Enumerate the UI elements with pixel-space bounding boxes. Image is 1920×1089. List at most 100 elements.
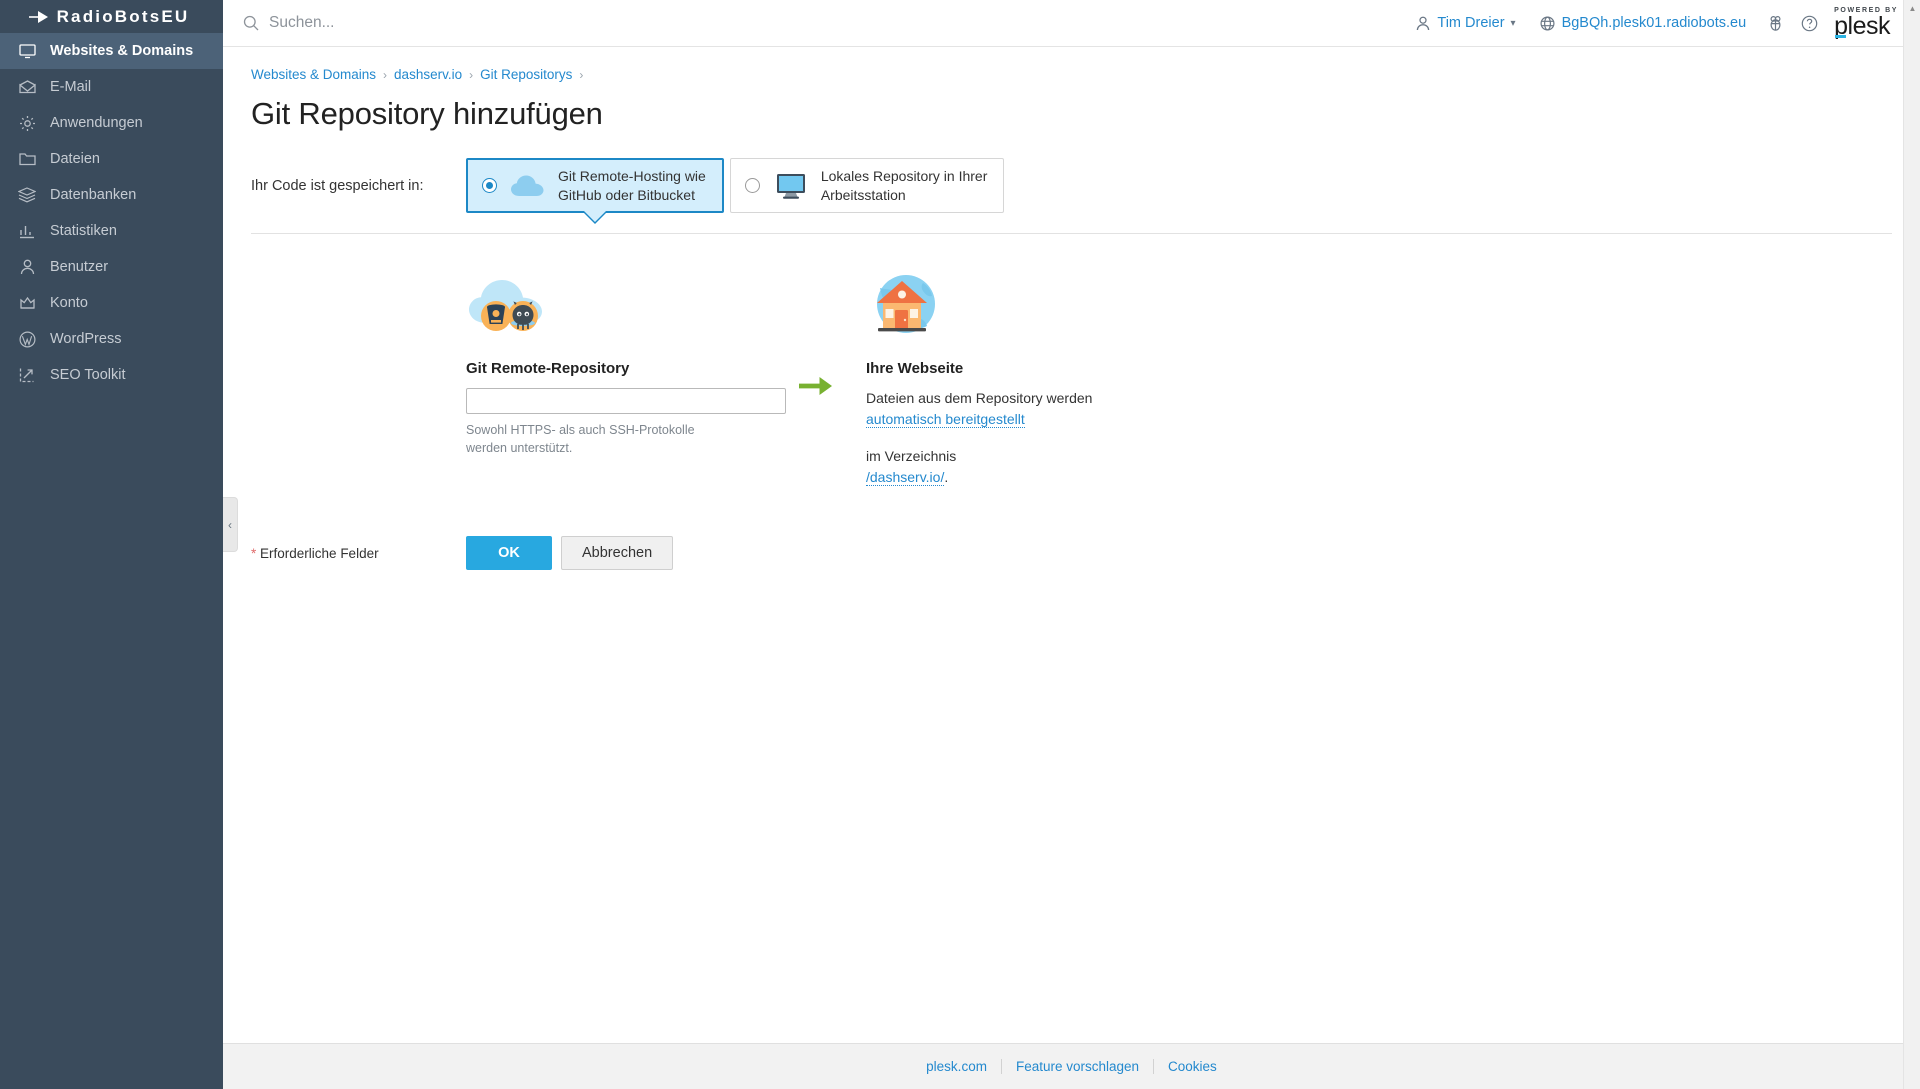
git-remote-repository-input[interactable] <box>466 388 786 414</box>
breadcrumb-separator: › <box>383 67 388 82</box>
sidebar-item-label: SEO Toolkit <box>50 367 126 383</box>
footer-link-cookies[interactable]: Cookies <box>1154 1059 1231 1074</box>
top-bar: Tim Dreier ▾ BgBQh.plesk01.radiobots.eu <box>223 0 1920 47</box>
sidebar-item-email[interactable]: E-Mail <box>0 69 223 105</box>
git-remote-repository-hint: Sowohl HTTPS- als auch SSH-Protokolle we… <box>466 423 695 456</box>
option-line-2: GitHub oder Bitbucket <box>558 186 695 203</box>
selected-card-pointer <box>581 211 608 224</box>
sidebar-item-statistiken[interactable]: Statistiken <box>0 213 223 249</box>
arrow-right-icon <box>799 375 833 402</box>
brand-name: RadioBotsEU <box>56 6 190 26</box>
radio-git-remote-hosting[interactable] <box>482 178 497 193</box>
arrow-logo-icon <box>28 10 50 24</box>
top-bar-right: Tim Dreier ▾ BgBQh.plesk01.radiobots.eu <box>1404 7 1912 39</box>
sidebar-item-label: Anwendungen <box>50 115 143 131</box>
code-location-selector: Ihr Code ist gespeichert in: Git Remote-… <box>251 158 1892 224</box>
gear-icon <box>16 113 38 133</box>
sidebar-item-label: Dateien <box>50 151 100 167</box>
sidebar-item-wordpress[interactable]: WordPress <box>0 321 223 357</box>
plesk-logo[interactable]: POWERED BY plesk <box>1834 7 1898 39</box>
sidebar-item-label: Websites & Domains <box>50 43 194 59</box>
directory-text: im Verzeichnis <box>866 448 957 464</box>
directory-link[interactable]: /dashserv.io/ <box>866 469 945 486</box>
envelope-icon <box>16 77 38 97</box>
sidebar-collapse-handle[interactable]: ‹ <box>223 497 238 552</box>
cloud-icon <box>510 170 546 202</box>
code-location-label: Ihr Code ist gespeichert in: <box>251 178 424 194</box>
breadcrumb-item-git-repositorys[interactable]: Git Repositorys <box>480 67 572 82</box>
page-scrollbar[interactable]: ▲ <box>1903 0 1920 1089</box>
search-icon <box>243 15 259 31</box>
your-website-heading: Ihre Webseite <box>866 360 964 377</box>
globe-icon <box>1540 15 1555 31</box>
diagram-left-column: Git Remote-Repository Sowohl HTTPS- als … <box>466 270 786 457</box>
user-icon <box>16 257 38 277</box>
page-footer: plesk.com Feature vorschlagen Cookies <box>223 1043 1920 1089</box>
option-label-git-remote-hosting: Git Remote-Hosting wie GitHub oder Bitbu… <box>558 167 706 205</box>
breadcrumb-separator: › <box>469 67 474 82</box>
breadcrumb-separator: › <box>579 67 584 82</box>
required-fields-note: * Erforderliche Felder <box>251 546 466 561</box>
main-area: Tim Dreier ▾ BgBQh.plesk01.radiobots.eu <box>223 0 1920 1089</box>
section-divider <box>251 233 1892 234</box>
sidebar-item-label: Statistiken <box>50 223 117 239</box>
user-name-label: Tim Dreier <box>1437 15 1505 31</box>
server-host-label: BgBQh.plesk01.radiobots.eu <box>1561 15 1747 31</box>
option-local-repository[interactable]: Lokales Repository in Ihrer Arbeitsstati… <box>729 158 1005 213</box>
crown-icon <box>16 293 38 313</box>
wordpress-icon <box>16 329 38 349</box>
footer-link-feature-vorschlagen[interactable]: Feature vorschlagen <box>1002 1059 1153 1074</box>
sidebar-item-label: Benutzer <box>50 259 109 275</box>
breadcrumb-item-websites-domains[interactable]: Websites & Domains <box>251 67 376 82</box>
sidebar-item-label: WordPress <box>50 331 122 347</box>
form-actions: * Erforderliche Felder OK Abbrechen <box>251 536 1892 610</box>
server-host-link[interactable]: BgBQh.plesk01.radiobots.eu <box>1528 15 1759 31</box>
user-menu[interactable]: Tim Dreier ▾ <box>1404 15 1527 31</box>
sidebar-item-seo-toolkit[interactable]: SEO Toolkit <box>0 357 223 393</box>
sidebar-item-konto[interactable]: Konto <box>0 285 223 321</box>
bug-icon[interactable] <box>1758 8 1792 38</box>
bar-chart-icon <box>16 221 38 241</box>
chevron-down-icon: ▾ <box>1510 17 1516 29</box>
plesk-wordmark: plesk <box>1834 14 1890 39</box>
sidebar-item-label: E-Mail <box>50 79 92 95</box>
deployment-description: Dateien aus dem Repository werden automa… <box>866 388 1116 488</box>
global-search[interactable] <box>243 12 663 34</box>
deployment-directory: im Verzeichnis /dashserv.io/. <box>866 446 1116 488</box>
footer-link-plesk-com[interactable]: plesk.com <box>912 1059 1001 1074</box>
cancel-button[interactable]: Abbrechen <box>561 536 674 570</box>
sidebar-item-label: Datenbanken <box>50 187 137 203</box>
search-input[interactable] <box>269 12 663 34</box>
cloud-with-git-providers-icon <box>466 270 766 338</box>
sidebar-item-websites-domains[interactable]: Websites & Domains <box>0 33 223 69</box>
option-line-1: Lokales Repository in Ihrer <box>820 167 988 184</box>
required-fields-label: Erforderliche Felder <box>260 545 379 561</box>
folder-icon <box>16 149 38 169</box>
required-star: * <box>251 545 257 561</box>
seo-arrow-icon <box>16 365 38 385</box>
ok-button[interactable]: OK <box>466 536 552 570</box>
user-icon <box>1416 16 1430 31</box>
radio-local-repository[interactable] <box>744 178 760 193</box>
sidebar-item-anwendungen[interactable]: Anwendungen <box>0 105 223 141</box>
deployment-text: Dateien aus dem Repository werden <box>866 390 1093 406</box>
repository-flow-diagram: Git Remote-Repository Sowohl HTTPS- als … <box>251 270 1892 488</box>
option-git-remote-hosting[interactable]: Git Remote-Hosting wie GitHub oder Bitbu… <box>466 158 724 224</box>
chevron-left-icon: ‹ <box>228 517 232 532</box>
breadcrumb-item-dashserv-io[interactable]: dashserv.io <box>394 67 462 82</box>
option-line-1: Git Remote-Hosting wie <box>558 167 706 184</box>
question-circle-icon[interactable] <box>1792 8 1826 38</box>
auto-deploy-link[interactable]: automatisch bereitgestellt <box>866 411 1025 428</box>
flow-arrow <box>766 270 866 402</box>
breadcrumb: Websites & Domains › dashserv.io › Git R… <box>251 67 1892 82</box>
sidebar-item-datenbanken[interactable]: Datenbanken <box>0 177 223 213</box>
brand-logo[interactable]: RadioBotsEU <box>0 0 223 33</box>
plesk-underline-accent <box>1835 34 1847 38</box>
database-stack-icon <box>16 185 38 205</box>
sidebar-item-dateien[interactable]: Dateien <box>0 141 223 177</box>
monitor-icon <box>16 41 38 61</box>
scroll-up-arrow-icon[interactable]: ▲ <box>1904 0 1920 17</box>
diagram-right-column: Ihre Webseite Dateien aus dem Repository… <box>866 270 1166 488</box>
sidebar-item-benutzer[interactable]: Benutzer <box>0 249 223 285</box>
directory-suffix: . <box>944 469 949 485</box>
